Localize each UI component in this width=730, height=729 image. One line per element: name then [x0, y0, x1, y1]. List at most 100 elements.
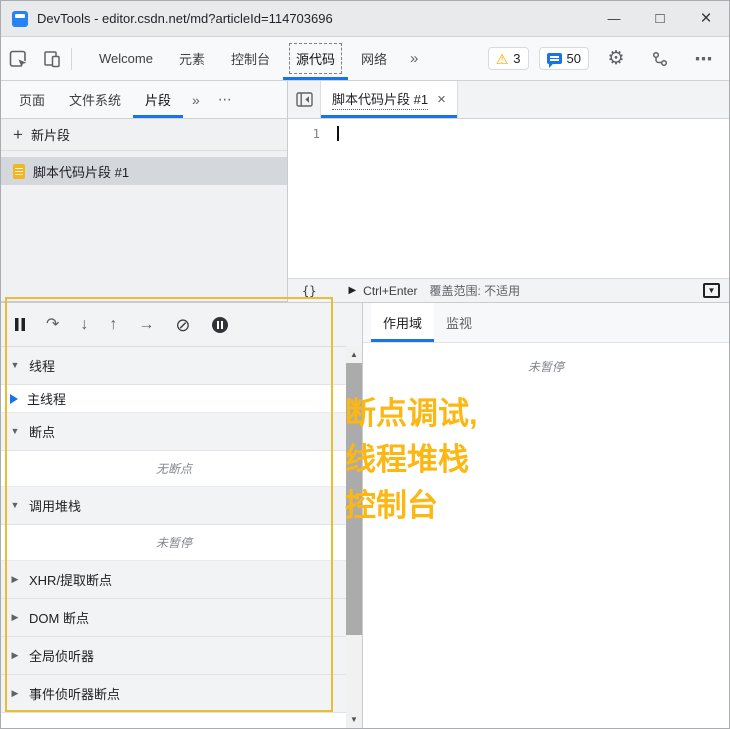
tab-close-icon[interactable]: ×: [437, 91, 446, 108]
pause-on-exceptions-icon[interactable]: [211, 316, 228, 333]
inspect-icon[interactable]: [1, 37, 35, 80]
message-bubble-icon: [546, 53, 562, 68]
debugger-pane: ↷ ↓ ↑ → ⊘ ▼ 线程 主线程 ▼ 断点 无断点 ▼ 调用堆栈 未暂停 ▶…: [1, 302, 363, 728]
devtools-window: DevTools - editor.csdn.net/md?articleId=…: [0, 0, 730, 729]
panel-tabs: Welcome 元素 控制台 源代码 网络 »: [86, 37, 428, 80]
collapse-sidebar-icon[interactable]: [288, 81, 320, 118]
devtools-toolbar: Welcome 元素 控制台 源代码 网络 » ⚠ 3 50 ⚙ ⋯: [1, 37, 729, 81]
new-snippet-button[interactable]: + 新片段: [1, 119, 287, 151]
event-listener-breakpoints-label: 事件侦听器断点: [29, 687, 121, 702]
collapse-arrow-icon: ▼: [10, 426, 20, 436]
editor-tabstrip: 脚本代码片段 #1 ×: [288, 81, 729, 119]
tab-scope[interactable]: 作用域: [371, 303, 435, 342]
scope-empty-message: 未暂停: [527, 360, 564, 374]
editor-statusbar: {} ▶ Ctrl+Enter 覆盖范围: 不适用 ▼: [288, 278, 729, 302]
collapse-arrow-icon: ▼: [10, 360, 20, 370]
scroll-up-icon[interactable]: ▲: [346, 347, 362, 362]
titlebar: DevTools - editor.csdn.net/md?articleId=…: [1, 1, 729, 37]
line-number: 1: [312, 126, 320, 141]
global-listeners-label: 全局侦听器: [29, 649, 95, 664]
tab-watch[interactable]: 监视: [434, 303, 484, 342]
tab-sources[interactable]: 源代码: [283, 37, 348, 80]
pretty-print-button[interactable]: {}: [296, 284, 322, 298]
line-number-gutter: 1: [288, 119, 330, 278]
deactivate-breakpoints-icon[interactable]: ⊘: [175, 316, 190, 334]
editor-tab-snippet[interactable]: 脚本代码片段 #1 ×: [320, 81, 458, 118]
close-button[interactable]: ×: [683, 1, 729, 36]
no-breakpoints-message: 无断点: [1, 451, 347, 487]
plus-icon: +: [13, 125, 23, 144]
warning-icon: ⚠: [495, 50, 509, 67]
tab-console[interactable]: 控制台: [218, 37, 283, 80]
snippet-name: 脚本代码片段 #1: [33, 164, 130, 180]
run-icon: ▶: [348, 285, 357, 296]
window-controls: — □ ×: [591, 1, 729, 36]
step-into-icon[interactable]: ↓: [80, 316, 88, 333]
expand-arrow-icon: ▶: [11, 650, 19, 660]
tab-elements[interactable]: 元素: [166, 37, 218, 80]
vertical-scrollbar[interactable]: ▲ ▼: [346, 346, 362, 728]
collapse-arrow-icon: ▼: [10, 500, 20, 510]
callstack-section-header[interactable]: ▼ 调用堆栈: [1, 487, 347, 525]
tab-filesystem[interactable]: 文件系统: [57, 81, 133, 118]
not-paused-message: 未暂停: [1, 525, 347, 561]
devtools-app-icon: [12, 10, 28, 27]
global-listeners-section-header[interactable]: ▶ 全局侦听器: [1, 637, 347, 675]
expand-arrow-icon: ▶: [11, 612, 19, 622]
snippet-list-item[interactable]: 脚本代码片段 #1: [1, 157, 287, 185]
console-messages-badge[interactable]: 50: [538, 47, 589, 70]
xhr-breakpoints-section-header[interactable]: ▶ XHR/提取断点: [1, 561, 347, 599]
threads-label: 线程: [29, 359, 56, 374]
toolbar-right: ⚠ 3 50 ⚙ ⋯: [487, 37, 729, 80]
step-icon[interactable]: →: [138, 316, 154, 333]
run-snippet-button[interactable]: ▶ Ctrl+Enter: [348, 284, 417, 298]
expand-arrow-icon: ▶: [11, 574, 19, 584]
breakpoints-section-header[interactable]: ▼ 断点: [1, 413, 347, 451]
scroll-down-icon[interactable]: ▼: [346, 712, 362, 727]
new-snippet-label: 新片段: [30, 128, 70, 143]
debugger-toolbar: ↷ ↓ ↑ → ⊘: [1, 303, 362, 347]
snippet-file-icon: [13, 163, 25, 179]
sources-nav-tabs: 页面 文件系统 片段 » ⋯: [1, 81, 288, 119]
tab-network[interactable]: 网络: [348, 37, 400, 80]
toolbar-divider: [71, 47, 72, 70]
snippets-pane: + 新片段 脚本代码片段 #1: [1, 119, 288, 302]
drawer-toggle-icon[interactable]: ▼: [703, 283, 720, 298]
tab-page[interactable]: 页面: [7, 81, 57, 118]
main-thread-row[interactable]: 主线程: [1, 385, 347, 413]
connections-icon[interactable]: [643, 50, 677, 68]
execution-arrow-icon: [10, 393, 18, 404]
step-out-icon[interactable]: ↑: [109, 316, 117, 333]
window-title: DevTools - editor.csdn.net/md?articleId=…: [37, 11, 333, 26]
expand-arrow-icon: ▶: [11, 688, 19, 698]
tab-welcome[interactable]: Welcome: [86, 37, 166, 80]
scope-watch-pane: 作用域 监视 未暂停: [363, 302, 729, 728]
pause-icon[interactable]: [15, 318, 25, 331]
xhr-breakpoints-label: XHR/提取断点: [29, 573, 113, 588]
dom-breakpoints-section-header[interactable]: ▶ DOM 断点: [1, 599, 347, 637]
code-editor[interactable]: 1: [288, 119, 729, 278]
callstack-label: 调用堆栈: [29, 499, 82, 514]
coverage-status: 覆盖范围: 不适用: [429, 284, 521, 298]
maximize-button[interactable]: □: [637, 1, 683, 36]
step-over-icon[interactable]: ↷: [46, 316, 59, 333]
device-toolbar-icon[interactable]: [35, 37, 69, 80]
breakpoints-label: 断点: [29, 425, 56, 440]
text-cursor: [337, 126, 339, 141]
scope-watch-tabs: 作用域 监视: [363, 303, 729, 343]
nav-overflow-icon[interactable]: ⋯: [209, 81, 241, 118]
threads-section-header[interactable]: ▼ 线程: [1, 347, 347, 385]
more-panels-icon[interactable]: »: [400, 37, 428, 80]
dom-breakpoints-label: DOM 断点: [29, 611, 89, 626]
tab-snippets[interactable]: 片段: [133, 81, 183, 118]
editor-tab-title: 脚本代码片段 #1: [332, 89, 429, 110]
more-nav-tabs-icon[interactable]: »: [183, 81, 209, 118]
main-thread-label: 主线程: [27, 392, 67, 407]
warnings-badge[interactable]: ⚠ 3: [487, 47, 529, 70]
settings-gear-icon[interactable]: ⚙: [599, 49, 633, 68]
minimize-button[interactable]: —: [591, 1, 637, 36]
scrollbar-thumb[interactable]: [346, 363, 362, 635]
event-listener-breakpoints-section-header[interactable]: ▶ 事件侦听器断点: [1, 675, 347, 713]
run-shortcut-label: Ctrl+Enter: [363, 283, 418, 298]
overflow-menu-icon[interactable]: ⋯: [687, 50, 721, 68]
